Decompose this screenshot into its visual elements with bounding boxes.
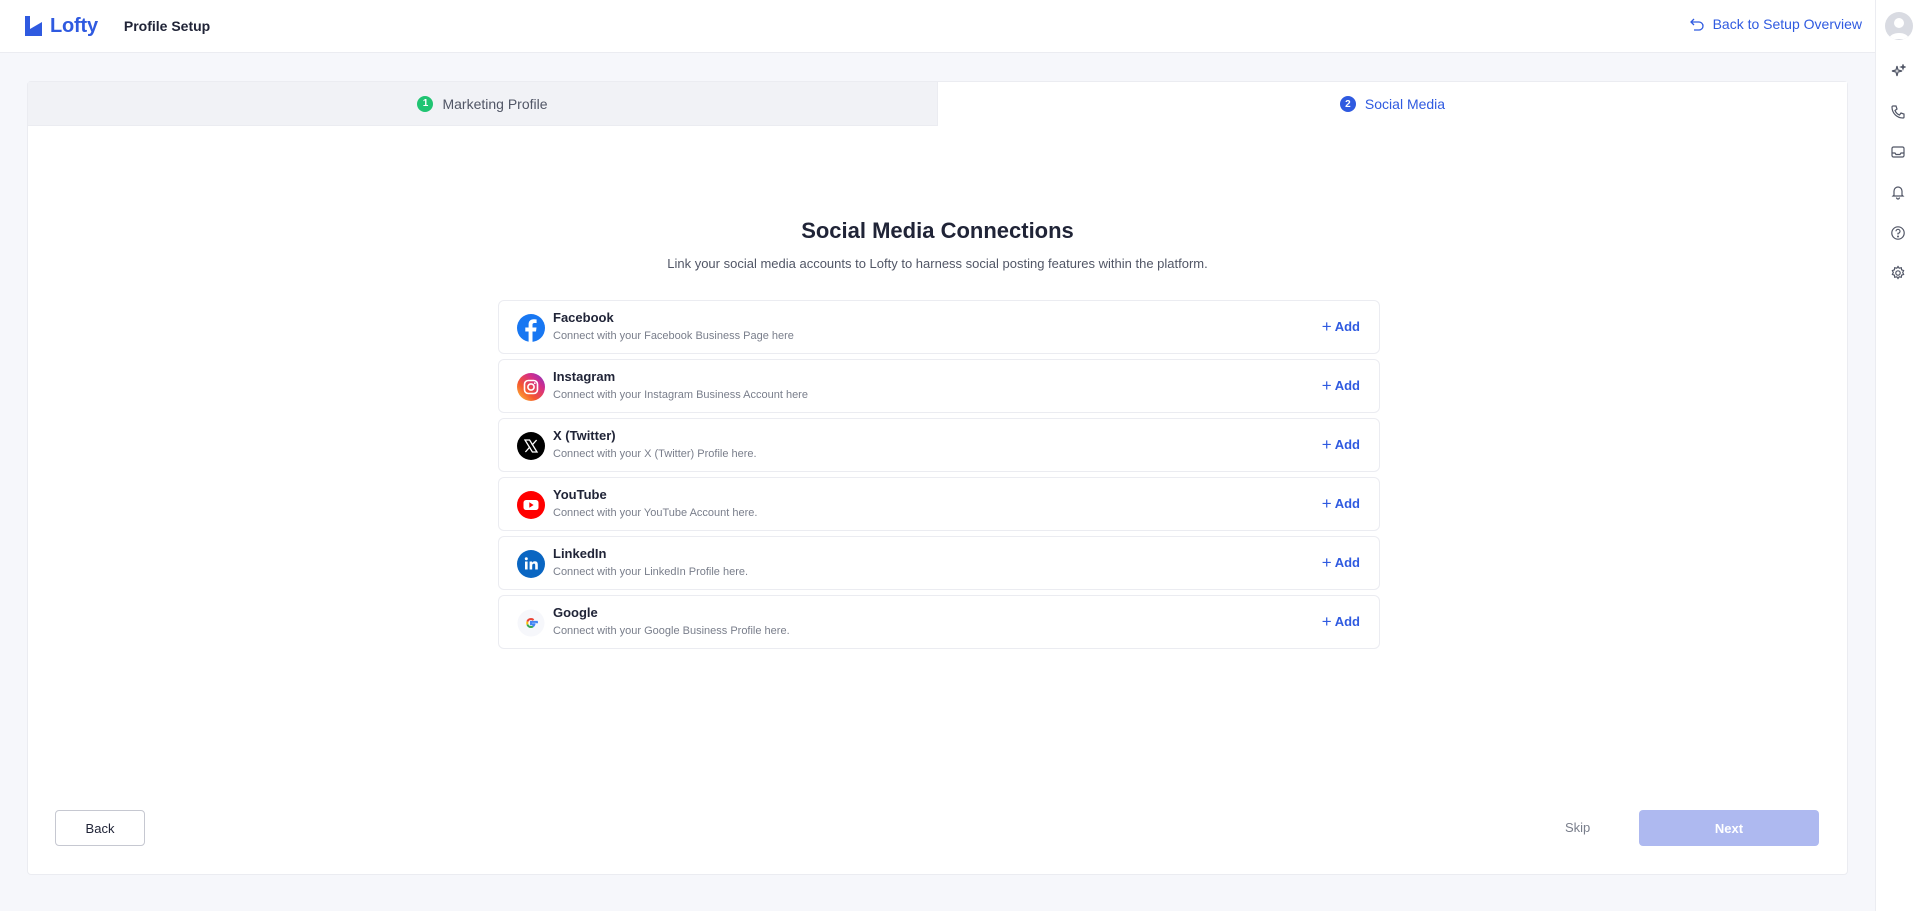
connection-name: YouTube [553,487,607,502]
tab-label: Marketing Profile [442,95,548,112]
add-label: Add [1334,319,1360,334]
add-label: Add [1334,614,1360,629]
section-title: Social Media Connections [801,218,1074,243]
connection-name: LinkedIn [553,546,607,561]
gear-icon[interactable] [1890,265,1906,281]
step-tabs: 1 Marketing Profile 2 Social Media [28,82,1847,126]
top-header: Lofty Profile Setup Back to Setup Overvi… [0,0,1875,53]
lofty-logo[interactable]: Lofty [22,14,98,38]
lofty-logo-icon [25,16,42,36]
add-youtube-button[interactable]: + Add [1321,494,1360,513]
plus-icon: + [1321,435,1332,454]
user-silhouette-icon [1889,18,1909,39]
setup-card: 1 Marketing Profile 2 Social Media Socia… [27,81,1848,875]
skip-button[interactable]: Skip [1565,820,1590,835]
add-facebook-button[interactable]: + Add [1321,317,1360,336]
connection-name: Facebook [553,310,614,325]
instagram-icon [517,373,545,401]
user-avatar[interactable] [1885,12,1913,40]
add-linkedin-button[interactable]: + Add [1321,553,1360,572]
tab-marketing-profile[interactable]: 1 Marketing Profile [28,82,938,126]
plus-icon: + [1321,612,1332,631]
connection-row-facebook: Facebook Connect with your Facebook Busi… [498,300,1380,354]
add-label: Add [1334,437,1360,452]
back-to-setup-overview-link[interactable]: Back to Setup Overview [1689,16,1862,32]
connection-row-linkedin: LinkedIn Connect with your LinkedIn Prof… [498,536,1380,590]
connection-row-youtube: YouTube Connect with your YouTube Accoun… [498,477,1380,531]
tab-label: Social Media [1364,96,1446,112]
back-button[interactable]: Back [55,810,145,846]
add-label: Add [1334,496,1360,511]
connection-row-x-twitter: X (Twitter) Connect with your X (Twitter… [498,418,1380,472]
add-google-button[interactable]: + Add [1321,612,1360,631]
youtube-icon [517,491,545,519]
connection-row-google: Google Connect with your Google Business… [498,595,1380,649]
ai-sparkle-icon[interactable] [1890,63,1907,80]
logo-text: Lofty [50,14,98,37]
right-rail [1875,0,1920,911]
plus-icon: + [1321,494,1332,513]
next-button[interactable]: Next [1639,810,1819,846]
x-twitter-icon [517,432,545,460]
linkedin-icon [517,550,545,578]
add-label: Add [1334,378,1360,393]
connection-description: Connect with your YouTube Account here. [553,507,758,519]
connection-row-instagram: Instagram Connect with your Instagram Bu… [498,359,1380,413]
plus-icon: + [1321,317,1332,336]
connection-name: X (Twitter) [553,428,616,443]
step-badge: 2 [1339,96,1356,112]
connection-description: Connect with your Instagram Business Acc… [553,389,808,401]
phone-icon[interactable] [1890,104,1906,120]
facebook-icon [517,314,545,342]
inbox-icon[interactable] [1890,144,1906,160]
connection-name: Instagram [553,369,616,384]
step-badge: 1 [417,95,434,112]
back-to-setup-overview-label: Back to Setup Overview [1712,16,1862,32]
connection-description: Connect with your Google Business Profil… [553,625,790,637]
connection-description: Connect with your LinkedIn Profile here. [553,566,749,578]
google-icon [517,609,545,637]
add-label: Add [1334,555,1360,570]
section-subtitle: Link your social media accounts to Lofty… [667,256,1208,271]
connection-name: Google [553,605,598,620]
connections-list: Facebook Connect with your Facebook Busi… [498,300,1380,654]
tab-social-media[interactable]: 2 Social Media [938,82,1847,126]
add-x-twitter-button[interactable]: + Add [1321,435,1360,454]
plus-icon: + [1321,376,1332,395]
plus-icon: + [1321,553,1332,572]
connection-description: Connect with your Facebook Business Page… [553,330,794,342]
add-instagram-button[interactable]: + Add [1321,376,1360,395]
page-title: Profile Setup [123,18,211,34]
help-icon[interactable] [1890,225,1906,241]
connection-description: Connect with your X (Twitter) Profile he… [553,448,757,460]
bell-icon[interactable] [1890,184,1906,200]
undo-arrow-icon [1689,18,1704,31]
